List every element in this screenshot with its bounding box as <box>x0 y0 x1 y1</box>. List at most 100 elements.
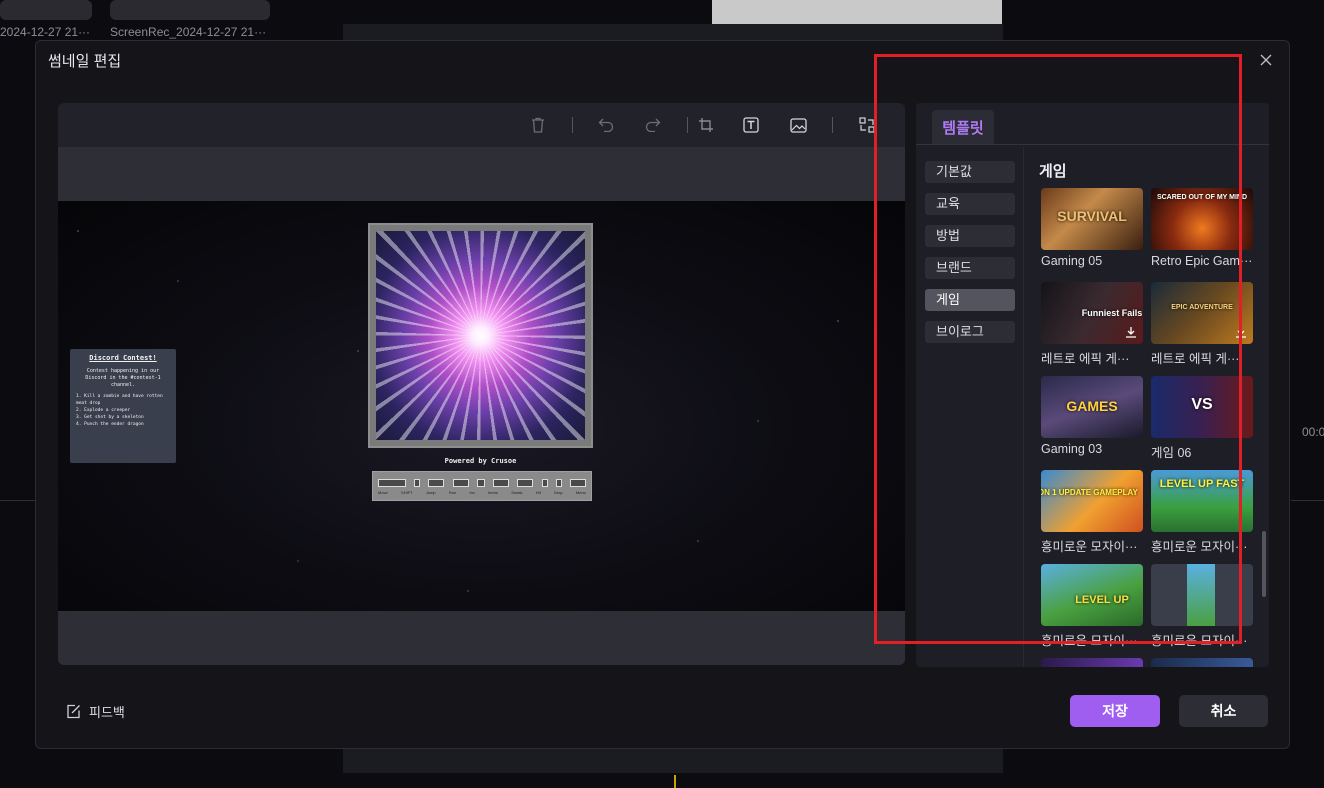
tab-divider <box>916 144 1269 145</box>
template-thumbnail: GAMES <box>1041 376 1143 438</box>
template-card[interactable] <box>1041 658 1143 667</box>
controls-legend: Move SHIFT Jump Run Inv Items Sneak Hit … <box>372 471 592 501</box>
template-thumbnail <box>1151 564 1253 626</box>
background-timecode: 00:0 <box>1302 425 1324 439</box>
control-label: Run <box>448 490 457 495</box>
undo-button[interactable] <box>597 116 615 134</box>
category-gaming[interactable]: 게임 <box>925 289 1015 311</box>
category-education[interactable]: 교육 <box>925 193 1015 215</box>
redo-icon <box>645 118 661 132</box>
thumbnail-text: SEASON 1 UPDATE GAMEPLAY <box>1041 488 1138 497</box>
save-button[interactable]: 저장 <box>1070 695 1160 727</box>
template-thumbnail: SEASON 1 UPDATE GAMEPLAY <box>1041 470 1143 532</box>
control-label: Menu <box>575 490 586 495</box>
text-tool-button[interactable] <box>742 116 760 134</box>
light-burst-image <box>376 231 585 440</box>
template-card[interactable]: VS 게임 06 <box>1151 376 1253 461</box>
template-card[interactable]: LEVEL UP 흥미로운 모자이··· <box>1041 564 1143 649</box>
template-card[interactable]: SURVIVAL Gaming 05 <box>1041 188 1143 268</box>
close-button[interactable] <box>1257 51 1275 69</box>
discord-list: 1. Kill a zombie and have rotten meat dr… <box>76 393 170 428</box>
template-card[interactable]: Funniest Fails 레트로 에픽 게··· <box>1041 282 1143 367</box>
background-thumbnail <box>110 0 270 20</box>
background-thumbnail <box>0 0 92 20</box>
thumbnail-text: EPIC ADVENTURE <box>1171 304 1233 311</box>
redo-button[interactable] <box>644 116 662 134</box>
background-playhead <box>674 775 676 788</box>
thumbnail-text: SCARED OUT OF MY MIND <box>1156 194 1248 201</box>
template-thumbnail: Funniest Fails <box>1041 282 1143 344</box>
category-vlog[interactable]: 브이로그 <box>925 321 1015 343</box>
template-label: 흥미로운 모자이··· <box>1041 634 1138 648</box>
feedback-button[interactable]: 피드백 <box>66 702 125 721</box>
control-label: Items <box>488 490 498 495</box>
thumbnail-text: VS <box>1191 396 1213 413</box>
template-card[interactable]: SEASON 1 UPDATE GAMEPLAY 흥미로운 모자이··· <box>1041 470 1143 555</box>
control-label: Hit <box>535 490 541 495</box>
control-label: Move <box>378 490 388 495</box>
template-scrollbar[interactable] <box>1262 531 1266 597</box>
control-label: Sneak <box>511 490 523 495</box>
dialog-title: 썸네일 편집 <box>48 53 122 70</box>
powered-by-label: Powered by Crusoe <box>444 457 517 465</box>
control-key <box>569 479 586 487</box>
category-default[interactable]: 기본값 <box>925 161 1015 183</box>
image-icon <box>789 117 807 133</box>
control-key <box>428 479 445 487</box>
template-thumbnail: VS <box>1151 376 1253 438</box>
category-howto[interactable]: 방법 <box>925 225 1015 247</box>
toolbar-separator <box>572 117 573 133</box>
cancel-button[interactable]: 취소 <box>1179 695 1268 727</box>
template-thumbnail: SCARED OUT OF MY MIND <box>1151 188 1253 250</box>
control-label: Jump <box>425 490 436 495</box>
trash-icon <box>532 117 544 133</box>
background-panel <box>343 748 1003 773</box>
text-icon <box>743 117 759 133</box>
delete-button[interactable] <box>529 116 547 134</box>
control-key <box>452 479 469 487</box>
template-card[interactable]: GAMES Gaming 03 <box>1041 376 1143 456</box>
control-label: SHIFT <box>401 490 413 495</box>
thumbnail-text: Funniest Fails <box>1081 308 1143 318</box>
thumbnail-canvas[interactable]: Discord Contest! Contest happening in ou… <box>58 201 905 611</box>
replace-button[interactable] <box>858 116 876 134</box>
background-divider <box>1291 500 1324 501</box>
control-label: Drop <box>553 490 563 495</box>
background-divider <box>0 500 35 501</box>
template-label: 흥미로운 모자이··· <box>1041 540 1138 554</box>
template-label: 게임 06 <box>1151 446 1192 460</box>
template-label: Retro Epic Gam··· <box>1151 254 1253 268</box>
editor-area: Discord Contest! Contest happening in ou… <box>58 103 905 665</box>
tab-templates[interactable]: 템플릿 <box>932 110 994 144</box>
canvas-padding-top <box>58 147 905 201</box>
template-card[interactable]: 흥미로운 모자이··· <box>1151 564 1253 649</box>
background-thumb-label: 2024-12-27 21··· <box>0 25 91 39</box>
control-key <box>493 479 510 487</box>
control-key <box>541 479 548 487</box>
thumbnail-text: LEVEL UP <box>1075 594 1129 606</box>
thumbnail-edit-dialog: 썸네일 편집 Discord Contest! Contest happenin… <box>35 40 1290 749</box>
template-card[interactable]: LEVEL UP FAST 흥미로운 모자이··· <box>1151 470 1253 555</box>
feedback-label: 피드백 <box>89 705 125 720</box>
template-card[interactable]: SCARED OUT OF MY MIND Retro Epic Gam··· <box>1151 188 1253 268</box>
control-key <box>414 479 421 487</box>
game-screen-frame[interactable] <box>368 223 593 448</box>
toolbar-separator <box>687 117 688 133</box>
discord-item: 2. Explode a creeper <box>76 408 131 413</box>
template-card[interactable] <box>1151 658 1253 667</box>
background-thumb-label: ScreenRec_2024-12-27 21··· <box>110 25 267 39</box>
image-tool-button[interactable] <box>789 116 807 134</box>
discord-title: Discord Contest! <box>89 354 157 362</box>
template-label: 흥미로운 모자이··· <box>1151 540 1248 554</box>
thumbnail-text: LEVEL UP FAST <box>1159 478 1245 490</box>
discord-contest-overlay[interactable]: Discord Contest! Contest happening in ou… <box>70 349 176 463</box>
discord-item: 3. Get shot by a skeleton <box>76 415 144 420</box>
feedback-icon <box>67 704 80 719</box>
thumbnail-inner-image <box>1187 564 1215 626</box>
crop-button[interactable] <box>697 116 715 134</box>
thumbnail-text: SURVIVAL <box>1057 208 1127 224</box>
template-card[interactable]: EPIC ADVENTURE 레트로 에픽 게··· <box>1151 282 1253 367</box>
category-brand[interactable]: 브랜드 <box>925 257 1015 279</box>
download-icon <box>1126 327 1136 338</box>
control-key <box>517 479 534 487</box>
